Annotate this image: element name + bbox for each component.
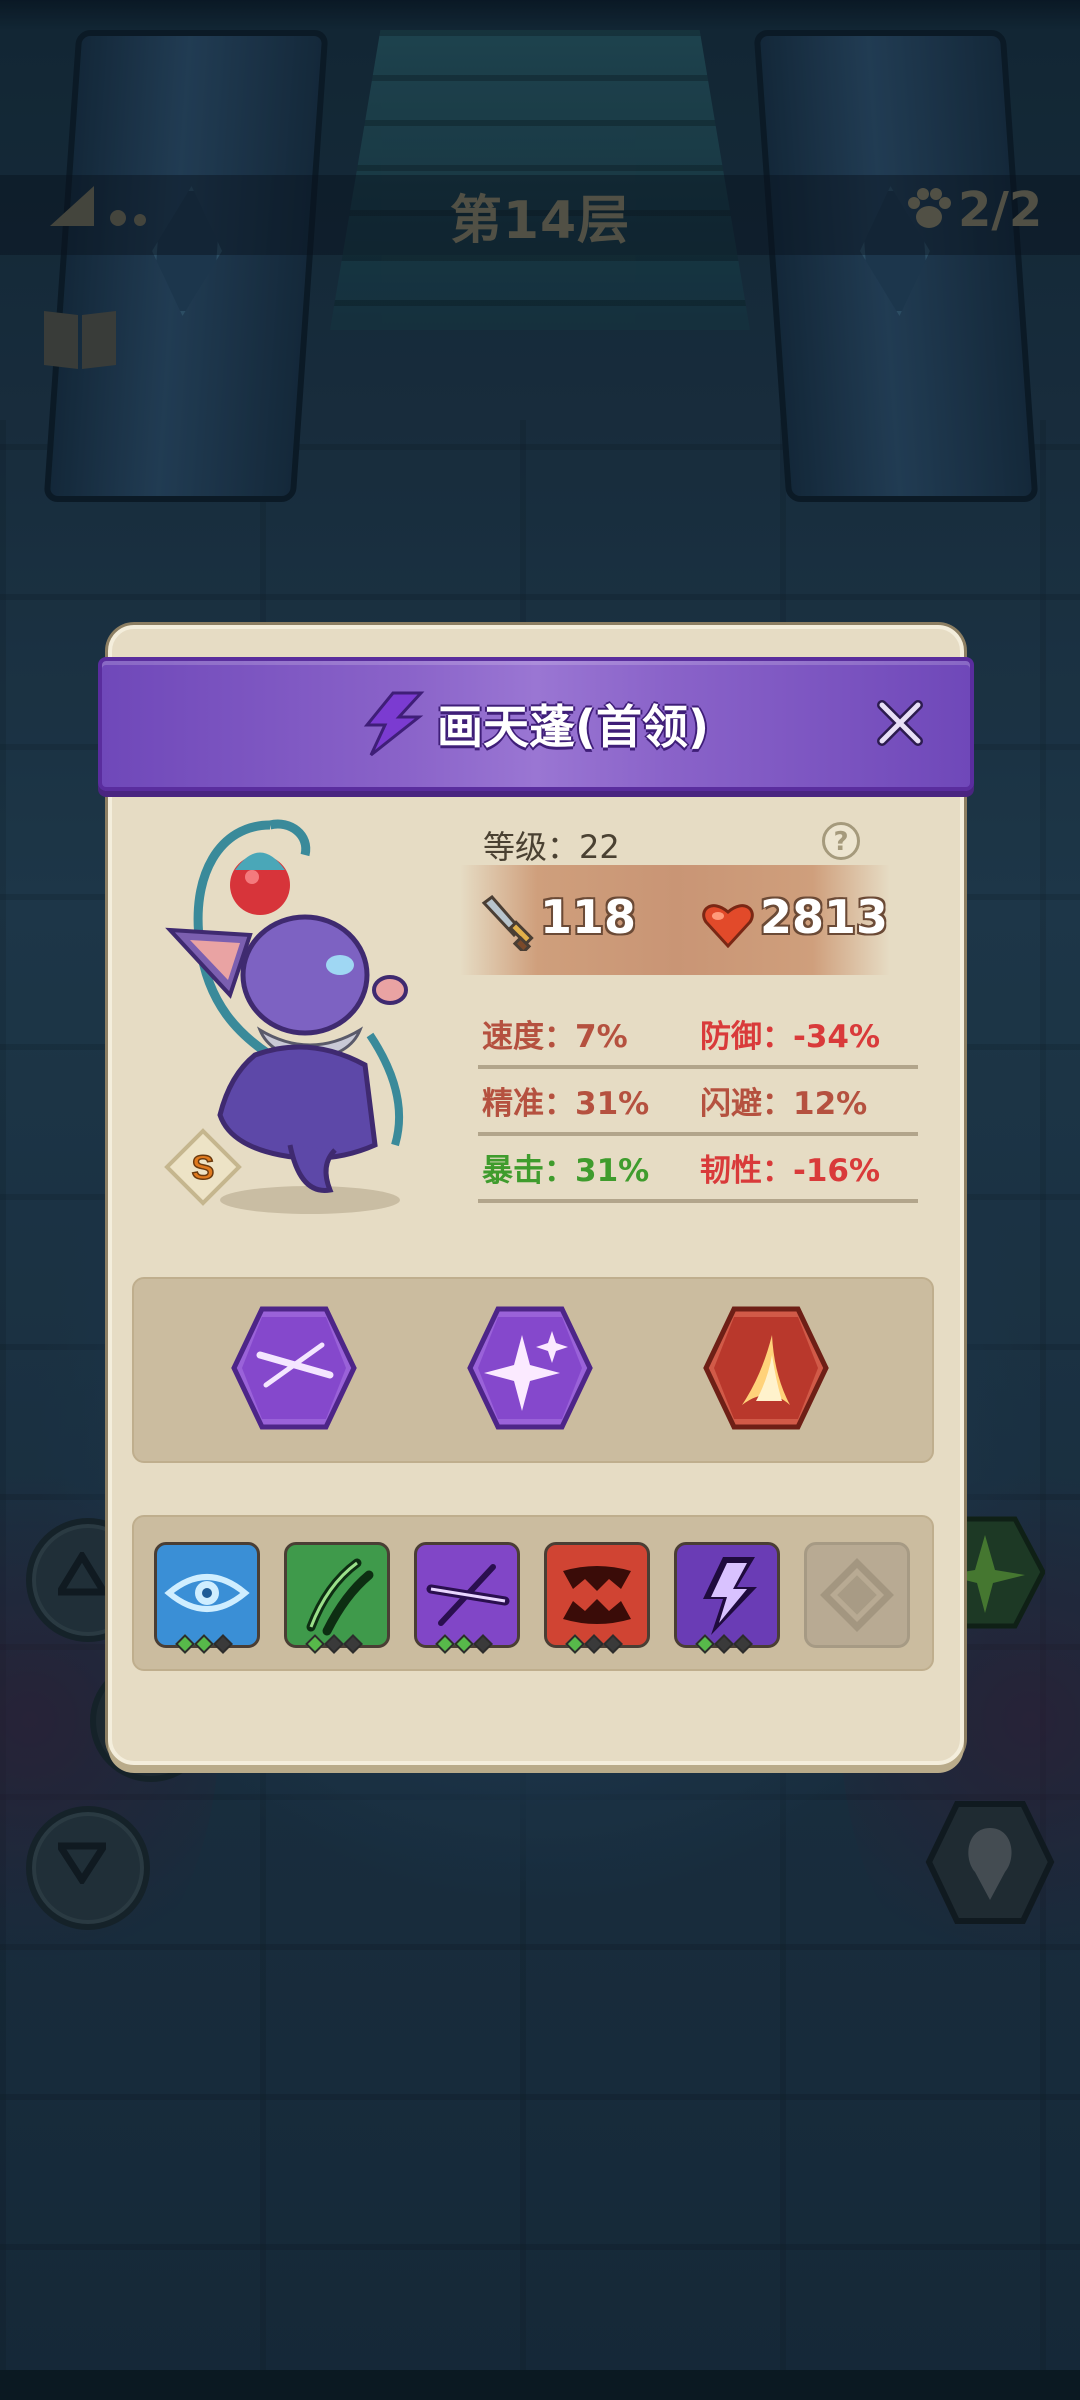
fangs-icon[interactable]	[544, 1542, 650, 1648]
panel-header: 画天蓬(首领)	[98, 657, 974, 791]
health-value: 2813	[760, 890, 889, 944]
sword-icon	[481, 895, 534, 951]
slash-skill-icon[interactable]	[230, 1305, 358, 1431]
help-icon[interactable]: ?	[822, 822, 860, 860]
lightning-icon[interactable]	[674, 1542, 780, 1648]
rank-letter: S	[192, 1149, 215, 1187]
rank-badge: S	[164, 1128, 242, 1206]
upgrade-pips	[175, 1634, 233, 1657]
flame-claw-skill-icon[interactable]	[702, 1305, 830, 1431]
empty-slot-icon[interactable]	[804, 1542, 910, 1648]
upgrade-pips	[435, 1634, 493, 1657]
defense-stat: 防御：-34%	[700, 1019, 881, 1055]
upgrade-pips	[305, 1634, 363, 1657]
eye-icon[interactable]	[154, 1542, 260, 1648]
evasion-stat: 闪避：12%	[700, 1086, 868, 1122]
heart-icon	[702, 904, 754, 948]
sparkle-skill-icon[interactable]	[466, 1305, 594, 1431]
upgrade-pips	[565, 1634, 623, 1657]
upgrade-pips	[695, 1634, 753, 1657]
accuracy-stat: 精准：31%	[482, 1086, 650, 1122]
slash-icon[interactable]	[414, 1542, 520, 1648]
speed-stat: 速度：7%	[482, 1019, 628, 1055]
attribute-row: 暴击：31% 韧性：-16%	[478, 1137, 918, 1203]
attribute-row: 速度：7% 防御：-34%	[478, 1003, 918, 1069]
close-icon[interactable]	[870, 693, 930, 753]
tenacity-stat: 韧性：-16%	[700, 1153, 881, 1189]
boss-name: 画天蓬(首领)	[436, 700, 710, 754]
attack-value: 118	[540, 890, 637, 944]
lightning-icon	[363, 691, 425, 757]
level-label: 等级：22	[483, 828, 620, 866]
crit-stat: 暴击：31%	[482, 1153, 650, 1189]
claw-scratch-icon[interactable]	[284, 1542, 390, 1648]
attribute-row: 精准：31% 闪避：12%	[478, 1070, 918, 1136]
